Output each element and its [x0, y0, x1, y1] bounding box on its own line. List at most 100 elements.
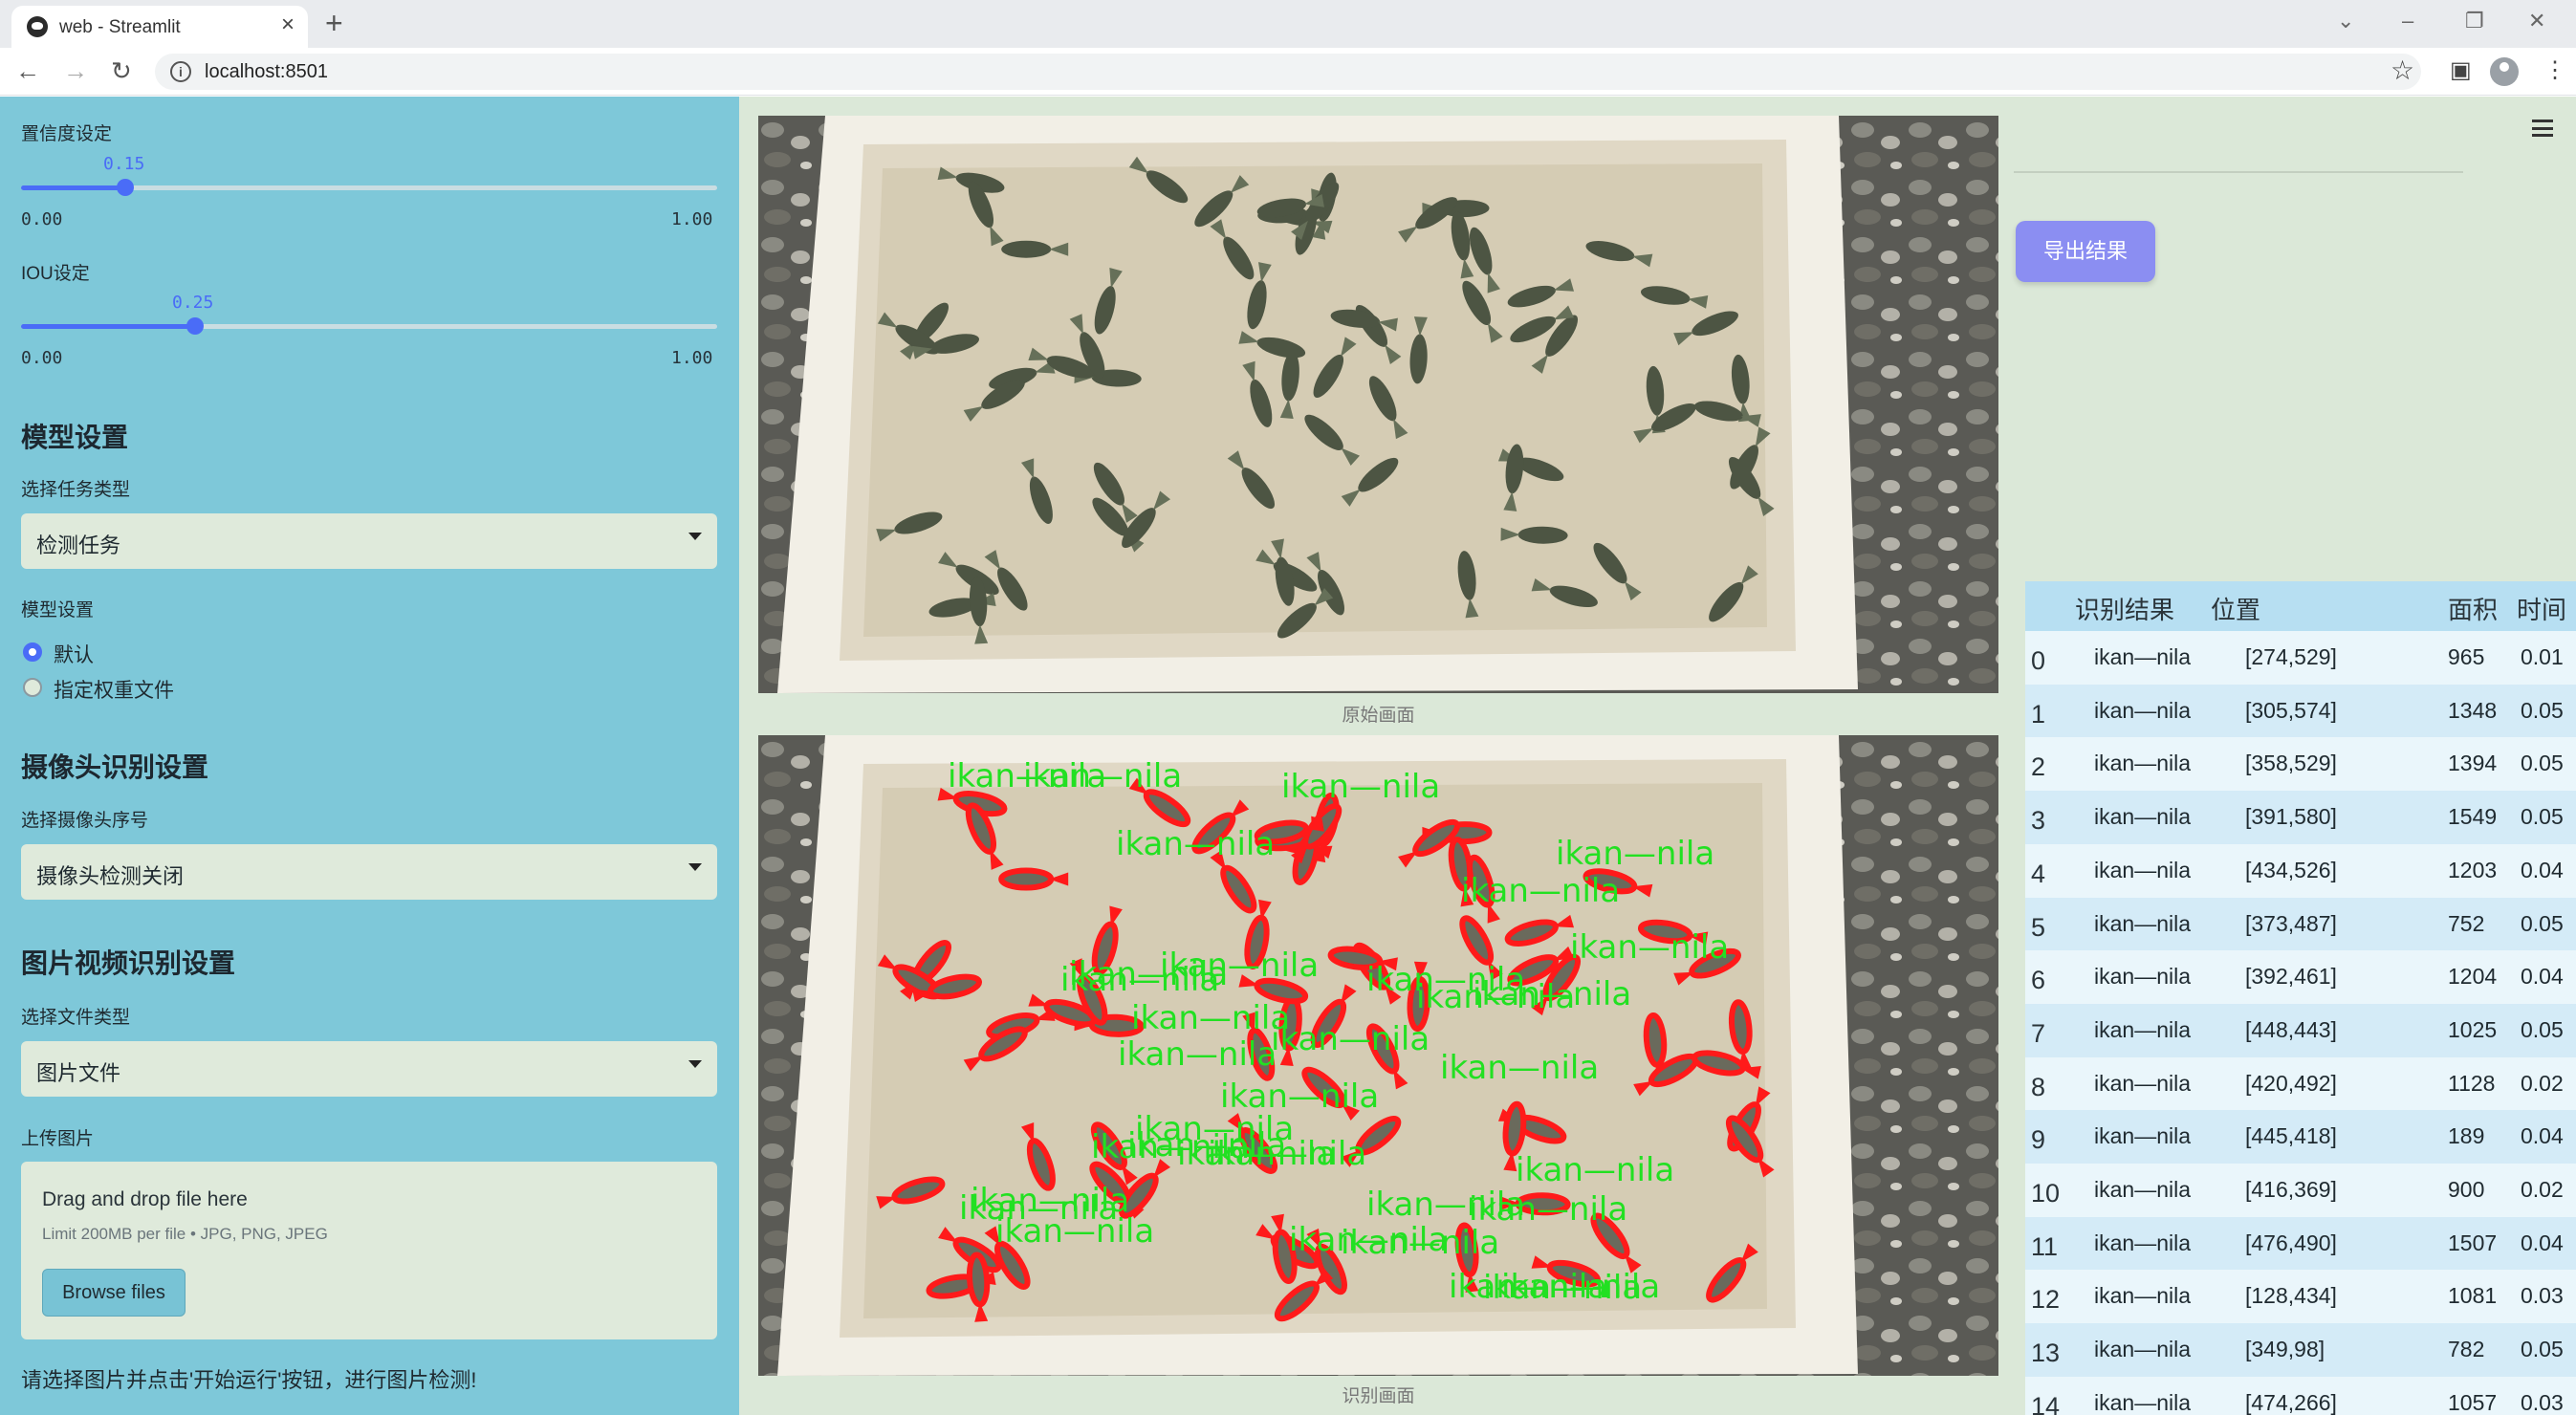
cell-position: [434,526]	[2245, 857, 2337, 882]
task-type-select[interactable]: 检测任务	[21, 513, 717, 569]
table-row[interactable]: 9 ikan—nila [445,418] 189 0.04	[2025, 1110, 2576, 1165]
cell-label: ikan—nila	[2094, 1016, 2191, 1042]
cell-area: 900	[2448, 1177, 2485, 1202]
row-index: 8	[2031, 1072, 2046, 1101]
header-time[interactable]: 时间	[2517, 591, 2566, 626]
cell-position: [416,369]	[2245, 1177, 2337, 1202]
radio-custom-weights[interactable]	[23, 678, 42, 697]
back-arrow-icon[interactable]: ←	[15, 55, 40, 86]
original-image-caption: 原始画面	[1342, 706, 1415, 726]
file-dropzone[interactable]: Drag and drop file here Limit 200MB per …	[21, 1162, 717, 1339]
row-index: 2	[2031, 752, 2046, 782]
camera-index-label: 选择摄像头序号	[21, 811, 149, 831]
iou-slider-thumb[interactable]	[186, 317, 204, 335]
cell-position: [476,490]	[2245, 1230, 2337, 1255]
url-text: localhost:8501	[205, 61, 328, 82]
table-row[interactable]: 5 ikan—nila [373,487] 752 0.05	[2025, 897, 2576, 951]
header-result[interactable]: 识别结果	[2075, 591, 2174, 626]
table-row[interactable]: 6 ikan—nila [392,461] 1204 0.04	[2025, 950, 2576, 1005]
header-position[interactable]: 位置	[2211, 591, 2260, 626]
radio-default-label: 默认	[54, 644, 94, 666]
forward-arrow-icon[interactable]: →	[63, 55, 88, 86]
chevron-down-icon	[688, 533, 702, 540]
header-area[interactable]: 面积	[2448, 591, 2498, 626]
table-row[interactable]: 13 ikan—nila [349,98] 782 0.05	[2025, 1323, 2576, 1378]
browser-tab[interactable]: web - Streamlit ×	[11, 6, 308, 48]
task-type-label: 选择任务类型	[21, 480, 131, 500]
detection-label: ikan—nila	[948, 757, 1106, 795]
chevron-down-icon	[688, 1060, 702, 1068]
iou-slider[interactable]	[21, 317, 717, 335]
table-row[interactable]: 14 ikan—nila [474,266] 1057 0.03	[2025, 1376, 2576, 1415]
model-config-label: 模型设置	[21, 600, 95, 620]
row-index: 0	[2031, 646, 2046, 675]
close-window-icon[interactable]: ✕	[2528, 8, 2545, 34]
minimize-icon[interactable]: –	[2402, 8, 2413, 34]
row-index: 12	[2031, 1285, 2061, 1315]
table-row[interactable]: 2 ikan—nila [358,529] 1394 0.05	[2025, 737, 2576, 792]
cell-area: 1057	[2448, 1389, 2498, 1415]
profile-avatar-icon[interactable]	[2490, 57, 2519, 86]
export-results-button[interactable]: 导出结果	[2016, 221, 2155, 282]
cell-time: 0.05	[2521, 1337, 2564, 1362]
file-type-select[interactable]: 图片文件	[21, 1041, 717, 1097]
row-index: 4	[2031, 859, 2046, 888]
table-row[interactable]: 10 ikan—nila [416,369] 900 0.02	[2025, 1164, 2576, 1217]
conf-slider-thumb[interactable]	[117, 179, 135, 196]
radio-default[interactable]	[23, 642, 42, 662]
table-row[interactable]: 0 ikan—nila [274,529] 965 0.01	[2025, 631, 2576, 685]
browser-toolbar: ← → ↻ i localhost:8501 ☆ ▣ ⋮	[0, 48, 2576, 96]
detection-label: ikan—nila	[1483, 1269, 1642, 1307]
radio-custom-weights-label: 指定权重文件	[54, 680, 174, 702]
results-table: 识别结果 位置 面积 时间 0 ikan—nila [274,529] 965 0.01…	[2025, 581, 2576, 1415]
browser-menu-icon[interactable]: ⋮	[2543, 57, 2566, 84]
detection-label: ikan—nila	[1366, 961, 1525, 999]
dropzone-hint: Limit 200MB per file • JPG, PNG, JPEG	[42, 1225, 328, 1243]
browser-tab-bar: web - Streamlit × + ⌄ – ❐ ✕	[0, 0, 2576, 48]
cell-time: 0.02	[2521, 1070, 2564, 1096]
cell-area: 752	[2448, 910, 2485, 936]
new-tab-icon[interactable]: +	[325, 6, 343, 40]
cell-label: ikan—nila	[2094, 804, 2191, 830]
detection-label: ikan—nila	[1069, 955, 1228, 993]
tab-search-chevron-icon[interactable]: ⌄	[2337, 8, 2354, 34]
streamlit-favicon-icon	[27, 16, 48, 37]
app-menu-icon[interactable]	[2532, 120, 2553, 137]
cell-area: 782	[2448, 1337, 2485, 1362]
sidebar: 置信度设定 0.15 0.00 1.00 IOU设定 0.25 0.00 1.0…	[0, 97, 739, 1415]
table-row[interactable]: 3 ikan—nila [391,580] 1549 0.05	[2025, 791, 2576, 845]
table-row[interactable]: 12 ikan—nila [128,434] 1081 0.03	[2025, 1270, 2576, 1324]
reload-icon[interactable]: ↻	[111, 55, 132, 86]
address-bar[interactable]: i localhost:8501	[155, 54, 2421, 90]
table-row[interactable]: 11 ikan—nila [476,490] 1507 0.04	[2025, 1216, 2576, 1271]
cell-area: 1507	[2448, 1230, 2498, 1255]
site-info-icon[interactable]: i	[170, 61, 191, 82]
table-row[interactable]: 4 ikan—nila [434,526] 1203 0.04	[2025, 843, 2576, 898]
close-tab-icon[interactable]: ×	[281, 13, 295, 36]
bookmark-star-icon[interactable]: ☆	[2390, 55, 2414, 86]
restore-icon[interactable]: ❐	[2465, 8, 2484, 34]
cell-time: 0.04	[2521, 1123, 2564, 1149]
detection-label: ikan—nila	[1177, 1135, 1336, 1173]
row-index: 9	[2031, 1125, 2046, 1155]
chevron-down-icon	[688, 863, 702, 871]
cell-position: [392,461]	[2245, 964, 2337, 990]
cell-position: [445,418]	[2245, 1123, 2337, 1149]
conf-slider[interactable]	[21, 179, 717, 196]
cell-label: ikan—nila	[2094, 697, 2191, 723]
row-index: 3	[2031, 806, 2046, 836]
cell-position: [373,487]	[2245, 910, 2337, 936]
table-row[interactable]: 8 ikan—nila [420,492] 1128 0.02	[2025, 1056, 2576, 1111]
side-panel-icon[interactable]: ▣	[2450, 57, 2472, 84]
cell-position: [349,98]	[2245, 1337, 2325, 1362]
cell-area: 1394	[2448, 751, 2498, 776]
camera-index-select[interactable]: 摄像头检测关闭	[21, 844, 717, 900]
cell-area: 1203	[2448, 857, 2498, 882]
table-row[interactable]: 7 ikan—nila [448,443] 1025 0.05	[2025, 1003, 2576, 1057]
browse-files-button[interactable]: Browse files	[42, 1269, 186, 1317]
cell-time: 0.03	[2521, 1283, 2564, 1309]
table-row[interactable]: 1 ikan—nila [305,574] 1348 0.05	[2025, 684, 2576, 738]
cell-area: 1025	[2448, 1016, 2498, 1042]
cell-time: 0.04	[2521, 1230, 2564, 1255]
row-index: 10	[2031, 1179, 2061, 1208]
